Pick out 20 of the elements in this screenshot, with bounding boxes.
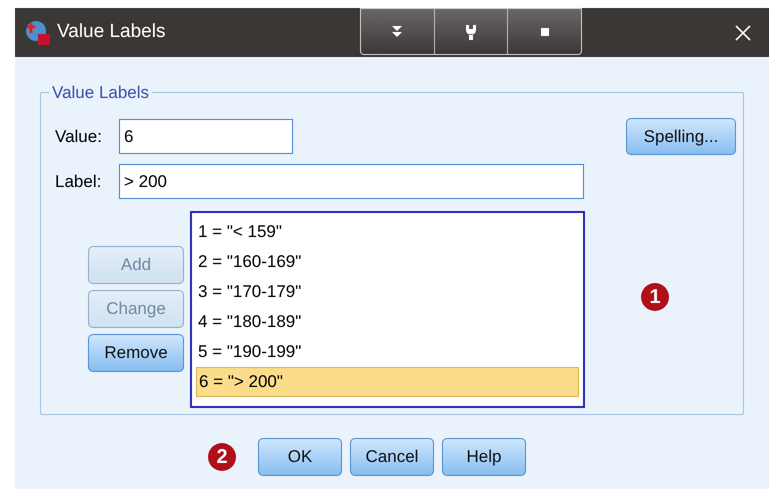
side-button[interactable]: Remove (88, 334, 184, 372)
callout-badge: 2 (208, 443, 236, 471)
label-field[interactable]: > 200 (119, 164, 584, 199)
dialog-button[interactable]: Cancel (350, 438, 434, 476)
dialog-button[interactable]: Help (442, 438, 526, 476)
value-field[interactable]: 6 (119, 119, 293, 154)
dialog-button[interactable]: OK (258, 438, 342, 476)
list-item[interactable]: 4 = "180-189" (196, 307, 579, 337)
value-label: Value: (55, 126, 103, 148)
list-item[interactable]: 6 = "> 200" (196, 367, 579, 397)
list-item[interactable]: 5 = "190-199" (196, 337, 579, 367)
label-label: Label: (55, 170, 102, 193)
window-title: Value Labels (57, 20, 166, 44)
list-item[interactable]: 2 = "160-169" (196, 247, 579, 277)
spelling-button[interactable]: Spelling... (626, 118, 736, 155)
app-icon (25, 20, 51, 46)
list-item[interactable]: 1 = "< 159" (196, 217, 579, 247)
callout-badge: 1 (641, 283, 669, 311)
close-icon[interactable] (735, 24, 751, 40)
list-item[interactable]: 3 = "170-179" (196, 277, 579, 307)
